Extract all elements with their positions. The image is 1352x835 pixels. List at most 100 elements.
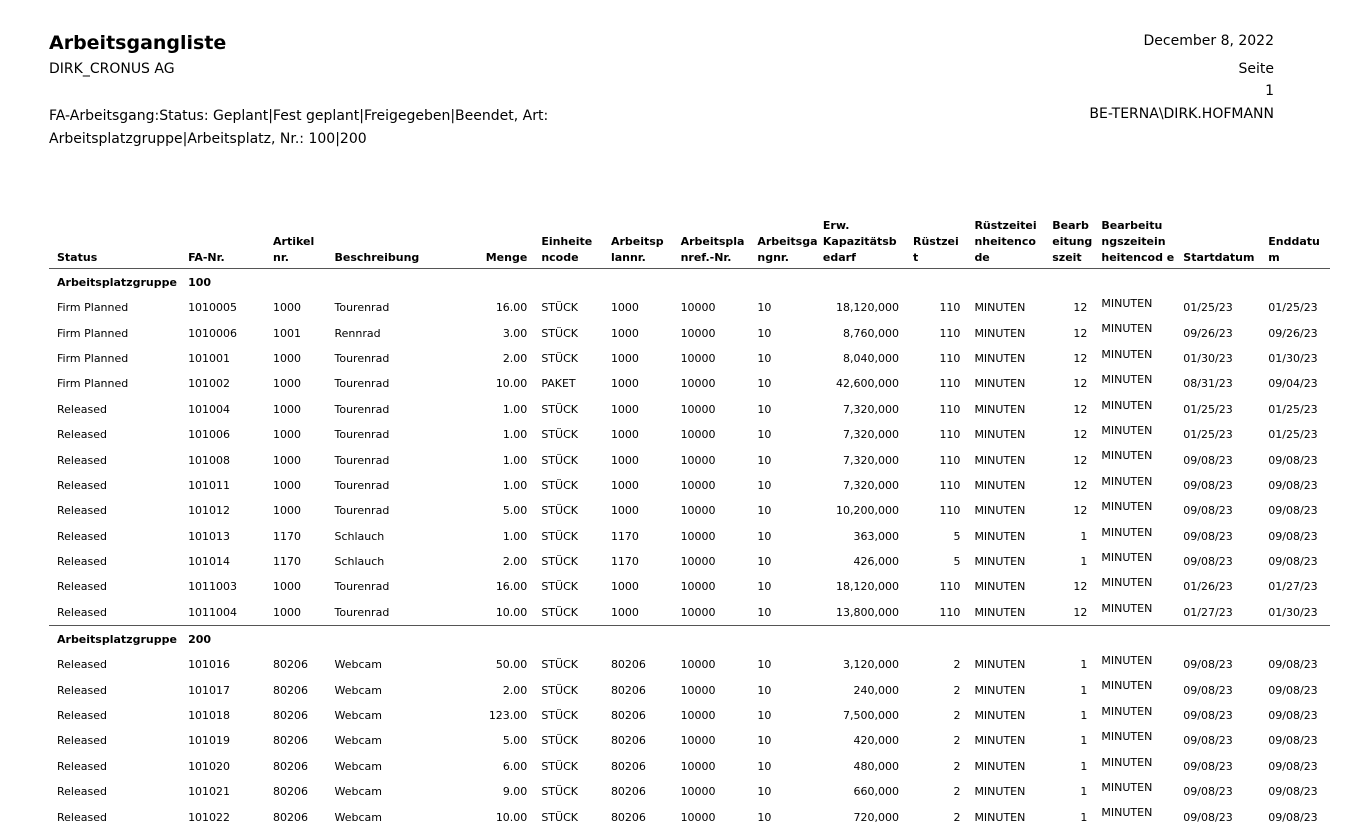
table-cell: 09/08/23 <box>1183 734 1233 748</box>
table-cell: MINUTEN <box>974 504 1026 518</box>
table-cell: 1000 <box>273 377 302 391</box>
table-cell: MINUTEN <box>974 402 1026 416</box>
table-cell: 09/08/23 <box>1183 810 1233 824</box>
table-cell: 09/08/23 <box>1183 709 1233 723</box>
table-cell: 09/08/23 <box>1268 734 1318 748</box>
table-cell: 10 <box>757 785 772 799</box>
table-cell: 1 <box>1080 529 1088 543</box>
table-cell: MINUTEN <box>974 351 1026 365</box>
table-cell: 110 <box>939 301 961 315</box>
table-cell: 2.00 <box>502 351 528 365</box>
table-cell: 720,000 <box>853 810 900 824</box>
column-header: Enddatu m <box>1260 218 1330 269</box>
table-cell: STÜCK <box>541 301 578 315</box>
column-header: Bearbeitu ngszeitein heitencod e <box>1093 218 1176 269</box>
table-body: Arbeitsplatzgruppe 100 Firm Planned 1010005… <box>49 269 1330 830</box>
table-cell: 110 <box>939 580 961 594</box>
table-cell: 101008 <box>188 453 231 467</box>
table-cell: STÜCK <box>541 709 578 723</box>
table-cell: 101016 <box>188 658 231 672</box>
table-cell: 80206 <box>610 709 646 723</box>
table-cell: 1.00 <box>502 428 528 442</box>
table-cell: 1 <box>1080 683 1088 697</box>
table-row: Released 101020 80206 Webcam 6.00 STÜCK 80206 1… <box>49 754 1330 779</box>
table-cell: MINUTEN <box>974 326 1026 340</box>
routing-table: Status FA-Nr. Artikel nr. Beschreibung M… <box>49 218 1330 830</box>
table-cell: Tourenrad <box>334 605 390 619</box>
table-cell: 10000 <box>680 428 716 442</box>
table-cell: 10 <box>757 759 772 773</box>
table-cell: MINUTEN <box>1101 500 1153 514</box>
table-row: Released 101012 1000 Tourenrad 5.00 STÜCK 1000… <box>49 498 1330 523</box>
table-cell: 18,120,000 <box>836 580 899 594</box>
table-cell: 80206 <box>610 759 646 773</box>
table-cell: 110 <box>939 351 961 365</box>
table-row: Released 101018 80206 Webcam 123.00 STÜCK 8020… <box>49 703 1330 728</box>
table-cell: 7,320,000 <box>843 402 899 416</box>
table-cell: 12 <box>1073 301 1088 315</box>
table-cell: 10 <box>757 709 772 723</box>
table-cell: 10 <box>757 605 772 619</box>
group-type: Arbeitsplatzgruppe <box>57 275 177 289</box>
column-header: Artikel nr. <box>265 218 327 269</box>
table-cell: Tourenrad <box>334 504 390 518</box>
table-cell: MINUTEN <box>1101 679 1153 693</box>
table-cell: 10000 <box>680 351 716 365</box>
table-cell: 1 <box>1080 810 1088 824</box>
table-header-row: Status FA-Nr. Artikel nr. Beschreibung M… <box>49 218 1330 269</box>
table-cell: 1000 <box>273 504 302 518</box>
table-cell: 13,800,000 <box>836 605 899 619</box>
table-row: Firm Planned 101001 1000 Tourenrad 2.00 STÜCK… <box>49 346 1330 371</box>
table-cell: 80206 <box>610 785 646 799</box>
table-cell: STÜCK <box>541 605 578 619</box>
table-cell: MINUTEN <box>974 683 1026 697</box>
table-cell: 1000 <box>610 453 639 467</box>
table-cell: 7,320,000 <box>843 478 899 492</box>
table-cell: 09/08/23 <box>1268 785 1318 799</box>
table-cell: 09/08/23 <box>1268 504 1318 518</box>
table-cell: Released <box>57 555 107 569</box>
table-cell: MINUTEN <box>1101 704 1153 718</box>
table-cell: 2 <box>953 683 961 697</box>
table-cell: 01/25/23 <box>1183 402 1233 416</box>
table-cell: 1170 <box>610 555 639 569</box>
table-cell: 09/08/23 <box>1183 453 1233 467</box>
table-cell: 110 <box>939 453 961 467</box>
table-cell: 12 <box>1073 377 1088 391</box>
table-cell: 80206 <box>273 810 309 824</box>
table-cell: 5.00 <box>502 734 528 748</box>
table-row: Released 101004 1000 Tourenrad 1.00 STÜCK 1000… <box>49 397 1330 422</box>
table-cell: 101013 <box>188 529 231 543</box>
table-row: Released 101021 80206 Webcam 9.00 STÜCK 80206 1… <box>49 779 1330 804</box>
table-cell: MINUTEN <box>974 658 1026 672</box>
user-name: BE-TERNA\DIRK.HOFMANN <box>1089 106 1274 122</box>
table-cell: MINUTEN <box>1101 474 1153 488</box>
table-cell: 2 <box>953 658 961 672</box>
table-cell: Released <box>57 810 107 824</box>
table-cell: 01/27/23 <box>1268 580 1318 594</box>
table-cell: 660,000 <box>853 785 900 799</box>
table-cell: Tourenrad <box>334 478 390 492</box>
column-header: Rüstzei t <box>905 218 967 269</box>
table-cell: 5.00 <box>502 504 528 518</box>
table-cell: Webcam <box>334 785 382 799</box>
table-cell: 10,200,000 <box>836 504 899 518</box>
table-cell: 12 <box>1073 326 1088 340</box>
table-cell: 110 <box>939 377 961 391</box>
table-cell: Schlauch <box>334 529 385 543</box>
table-cell: 10 <box>757 453 772 467</box>
group-spacer <box>265 269 1330 296</box>
table-cell: 10000 <box>680 529 716 543</box>
table-cell: 2 <box>953 810 961 824</box>
table-cell: MINUTEN <box>1101 423 1153 437</box>
table-cell: 101022 <box>188 810 231 824</box>
table-cell: Webcam <box>334 658 382 672</box>
table-cell: 10 <box>757 529 772 543</box>
table-cell: MINUTEN <box>1101 525 1153 539</box>
table-cell: 80206 <box>273 785 309 799</box>
table-cell: 123.00 <box>488 709 528 723</box>
table-cell: 10 <box>757 555 772 569</box>
table-row: Released 101014 1170 Schlauch 2.00 STÜCK 1170 1… <box>49 549 1330 574</box>
table-cell: 09/08/23 <box>1183 683 1233 697</box>
table-cell: 1000 <box>273 453 302 467</box>
